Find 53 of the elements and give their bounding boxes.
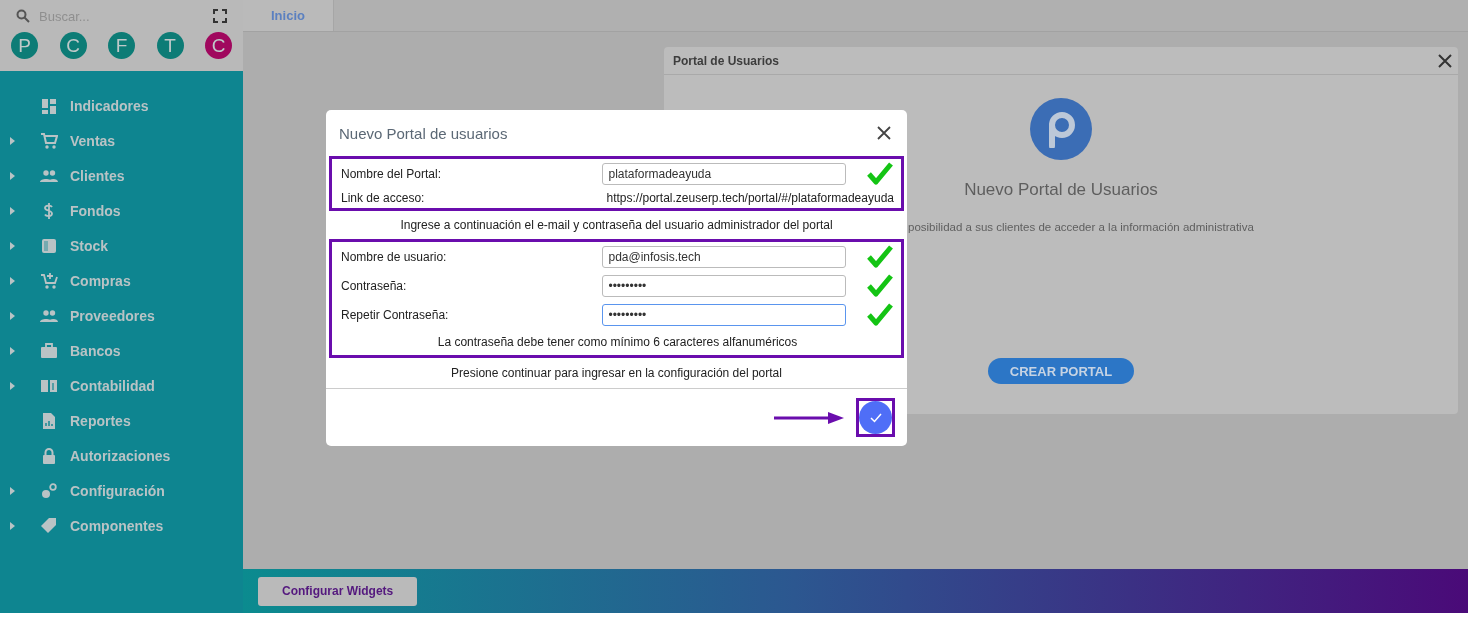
menu-item[interactable]: Contabilidad (0, 368, 243, 403)
menu-item[interactable]: Proveedores (0, 298, 243, 333)
dialog-title: Nuevo Portal de usuarios (339, 124, 508, 142)
instruction-text: Ingrese a continuación el e-mail y contraseña del usuario administrador del portal (400, 218, 833, 232)
box-icon (40, 236, 58, 255)
footer-note: Presione continuar para ingresar en la configuración del portal (451, 366, 782, 380)
input-field[interactable]: ••••••••• (602, 274, 846, 297)
field-label: Nombre de usuario: (341, 249, 448, 264)
field-label: Contraseña: (341, 278, 408, 293)
menu-item[interactable]: Clientes (0, 158, 243, 193)
input-field[interactable]: ••••••••• (602, 303, 846, 326)
hint-text: La contraseña debe tener como mínimo 6 caracteres alfanuméricos (437, 335, 798, 349)
portal-name-field[interactable]: plataformadeayuda (602, 162, 846, 185)
field-label: Repetir Contraseña: (341, 307, 450, 322)
shortcut-button[interactable]: T (156, 32, 184, 59)
fullscreen-icon[interactable] (213, 9, 227, 23)
card-title: Portal de Usuarios (673, 53, 780, 68)
cart-icon (40, 131, 58, 150)
tab[interactable]: Inicio (243, 0, 334, 31)
close-icon[interactable] (877, 126, 891, 140)
search-icon (16, 9, 30, 23)
menu-item[interactable]: Autorizaciones (0, 438, 243, 473)
menu-item[interactable]: Componentes (0, 508, 243, 543)
menu-item[interactable]: Bancos (0, 333, 243, 368)
shortcut-button[interactable]: C (205, 32, 232, 59)
card-heading: Nuevo Portal de Usuarios (964, 180, 1158, 200)
menu-item[interactable]: Configuración (0, 473, 243, 508)
shortcut-button[interactable]: P (11, 32, 38, 59)
cart-plus-icon (40, 271, 58, 290)
menu-item[interactable]: Fondos (0, 193, 243, 228)
field-label: Nombre del Portal: (341, 166, 443, 181)
lock-icon (40, 446, 58, 465)
menu-item[interactable]: Indicadores (0, 88, 243, 123)
input-field[interactable]: pda@infosis.tech (602, 245, 846, 268)
configure-widgets-button[interactable]: Configurar Widgets (258, 576, 418, 606)
card-description: posibilidad a sus clientes de acceder a la información administrativa (908, 221, 1254, 233)
briefcase-icon (40, 341, 58, 360)
shortcut-button[interactable]: F (108, 32, 135, 59)
menu-item[interactable]: Stock (0, 228, 243, 263)
arrow-icon (774, 411, 844, 424)
check-icon (869, 412, 882, 423)
dashboard-icon (40, 96, 58, 115)
menu-item[interactable]: Ventas (0, 123, 243, 158)
tag-icon (40, 516, 58, 535)
gears-icon (40, 481, 58, 500)
menu-item[interactable]: Compras (0, 263, 243, 298)
shortcut-button[interactable]: C (59, 32, 87, 59)
create-portal-button[interactable]: CREAR PORTAL (988, 358, 1134, 384)
field-label: Link de acceso: (341, 191, 425, 205)
access-link-text: https://portal.zeuserp.tech/portal/#/plataformadeayuda (606, 191, 894, 205)
menu-item[interactable]: Reportes (0, 403, 243, 438)
report-icon (40, 411, 58, 430)
close-icon[interactable] (1438, 53, 1452, 68)
